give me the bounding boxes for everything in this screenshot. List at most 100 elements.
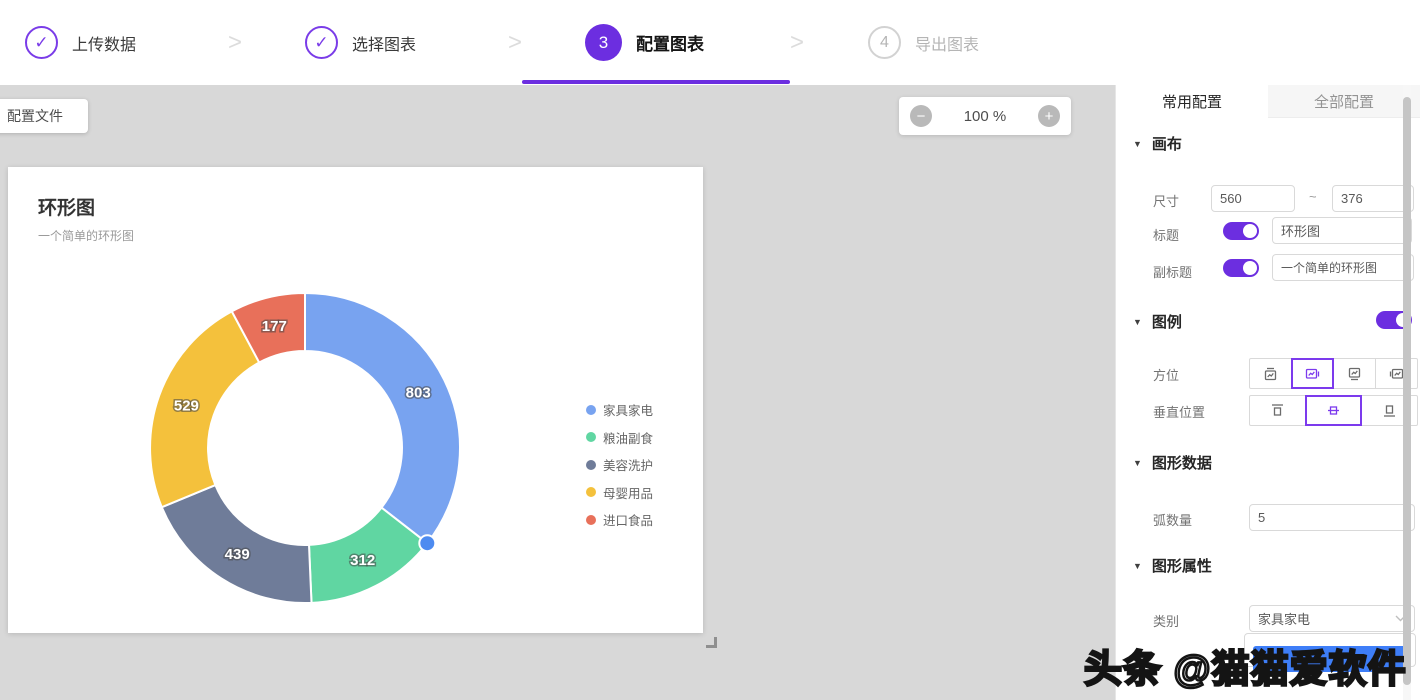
segment-drag-handle[interactable] — [419, 535, 435, 551]
sidebar-scrollbar-thumb[interactable] — [1403, 97, 1411, 685]
size-label: 尺寸 — [1153, 191, 1179, 210]
legend-item-label: 美容洗护 — [603, 455, 653, 474]
segment-value-label: 803 — [406, 385, 431, 402]
collapse-triangle-icon: ▼ — [1133, 139, 1142, 149]
arc-count-input[interactable] — [1249, 504, 1415, 531]
align-middle-icon — [1326, 403, 1341, 418]
legend-left-icon — [1389, 367, 1404, 381]
section-title: 图形属性 — [1152, 555, 1212, 576]
zoom-out-button[interactable]: − — [910, 105, 932, 127]
step-label: 上传数据 — [72, 31, 136, 55]
section-canvas[interactable]: ▼ 画布 — [1133, 133, 1182, 154]
step-upload-data[interactable]: 上传数据 — [25, 0, 136, 85]
subtitle-input[interactable] — [1272, 254, 1414, 281]
chart-preview-card: 803 312 439 529 177 环形图 一个简单的环形图 家具家电粮油副食美容洗… — [8, 167, 703, 633]
canvas-width-input[interactable] — [1211, 185, 1295, 212]
chevron-right-icon: > — [790, 0, 804, 85]
donut-segment-母婴用品[interactable] — [150, 311, 259, 507]
step-export-chart[interactable]: 4 导出图表 — [868, 0, 979, 85]
legend-bottom-icon — [1347, 367, 1362, 381]
size-separator: ~ — [1309, 189, 1317, 204]
sidebar-scrollbar-track[interactable] — [1403, 85, 1411, 700]
step-choose-chart[interactable]: 选择图表 — [305, 0, 416, 85]
segment-value-label: 439 — [225, 546, 250, 563]
chart-subtitle: 一个简单的环形图 — [38, 227, 134, 244]
donut-segment-美容洗护[interactable] — [162, 485, 312, 603]
legend-top-icon — [1263, 367, 1278, 381]
category-select-value: 家具家电 — [1258, 609, 1310, 628]
step-configure-chart[interactable]: 3 配置图表 — [585, 0, 704, 85]
vertical-align-middle-option[interactable] — [1305, 395, 1362, 426]
legend-position-top-option[interactable] — [1249, 358, 1292, 389]
config-sidebar: 常用配置 全部配置 ▼ 画布 尺寸 ~ 标题 副标题 ▼ 图例 方位 — [1115, 85, 1420, 700]
chart-title: 环形图 — [38, 193, 95, 220]
tab-all-config[interactable]: 全部配置 — [1268, 85, 1420, 118]
legend-item-家具家电[interactable]: 家具家电 — [586, 396, 653, 424]
tab-common-config[interactable]: 常用配置 — [1116, 85, 1268, 118]
section-title: 画布 — [1152, 133, 1182, 154]
chart-legend: 家具家电粮油副食美容洗护母婴用品进口食品 — [586, 396, 653, 534]
orientation-label: 方位 — [1153, 365, 1179, 384]
sidebar-tabs: 常用配置 全部配置 — [1116, 85, 1420, 118]
step-label: 导出图表 — [915, 31, 979, 55]
legend-item-美容洗护[interactable]: 美容洗护 — [586, 451, 653, 479]
step-number: 4 — [868, 26, 901, 59]
category-select[interactable]: 家具家电 — [1249, 605, 1415, 632]
category-label: 类别 — [1153, 611, 1179, 630]
zoom-level-value: 100 % — [964, 108, 1007, 125]
legend-item-粮油副食[interactable]: 粮油副食 — [586, 424, 653, 452]
chevron-right-icon: > — [228, 0, 242, 85]
title-input[interactable] — [1272, 217, 1412, 244]
align-bottom-icon — [1382, 403, 1397, 418]
category-color-swatch[interactable] — [1253, 646, 1411, 672]
legend-item-label: 进口食品 — [603, 510, 653, 529]
step-number: 3 — [585, 24, 622, 61]
step-label: 配置图表 — [636, 30, 704, 55]
legend-right-icon — [1305, 367, 1320, 381]
canvas-height-input[interactable] — [1332, 185, 1414, 212]
legend-dot-icon — [586, 515, 596, 525]
segment-value-label: 312 — [350, 552, 375, 569]
config-file-button[interactable]: 配置文件 — [0, 99, 88, 133]
step-label: 选择图表 — [352, 31, 416, 55]
legend-position-bottom-option[interactable] — [1333, 358, 1376, 389]
check-icon — [25, 26, 58, 59]
collapse-triangle-icon: ▼ — [1133, 561, 1142, 571]
vertical-align-top-option[interactable] — [1249, 395, 1306, 426]
active-step-underline — [522, 80, 790, 84]
segment-value-label: 177 — [262, 318, 287, 335]
legend-item-进口食品[interactable]: 进口食品 — [586, 506, 653, 534]
section-shape-attrs[interactable]: ▼ 图形属性 — [1133, 555, 1212, 576]
collapse-triangle-icon: ▼ — [1133, 317, 1142, 327]
arc-count-label: 弧数量 — [1153, 510, 1192, 529]
chart-builder-app: 上传数据 > 选择图表 > 3 配置图表 > 4 导出图表 配置文件 − 100… — [0, 0, 1420, 700]
zoom-in-button[interactable]: + — [1038, 105, 1060, 127]
legend-item-label: 家具家电 — [603, 400, 653, 419]
legend-item-label: 粮油副食 — [603, 428, 653, 447]
title-label: 标题 — [1153, 225, 1179, 244]
collapse-triangle-icon: ▼ — [1133, 458, 1142, 468]
legend-position-right-option[interactable] — [1291, 358, 1334, 389]
section-title: 图形数据 — [1152, 452, 1212, 473]
legend-vertical-group — [1249, 395, 1418, 426]
category-color-field[interactable] — [1244, 633, 1416, 667]
legend-item-母婴用品[interactable]: 母婴用品 — [586, 479, 653, 507]
section-shape-data[interactable]: ▼ 图形数据 — [1133, 452, 1212, 473]
segment-value-label: 529 — [174, 398, 199, 415]
legend-dot-icon — [586, 460, 596, 470]
legend-position-left-option[interactable] — [1375, 358, 1418, 389]
align-top-icon — [1270, 403, 1285, 418]
legend-dot-icon — [586, 432, 596, 442]
zoom-control: − 100 % + — [899, 97, 1071, 135]
donut-segment-家具家电[interactable] — [305, 293, 460, 543]
legend-dot-icon — [586, 487, 596, 497]
subtitle-toggle[interactable] — [1223, 259, 1259, 277]
card-resize-handle[interactable] — [706, 637, 717, 648]
vertical-position-label: 垂直位置 — [1153, 402, 1205, 421]
legend-orientation-group — [1249, 358, 1418, 389]
stepper-bar: 上传数据 > 选择图表 > 3 配置图表 > 4 导出图表 — [0, 0, 1420, 85]
chevron-right-icon: > — [508, 0, 522, 85]
section-legend[interactable]: ▼ 图例 — [1133, 311, 1182, 332]
title-toggle[interactable] — [1223, 222, 1259, 240]
subtitle-label: 副标题 — [1153, 262, 1192, 281]
